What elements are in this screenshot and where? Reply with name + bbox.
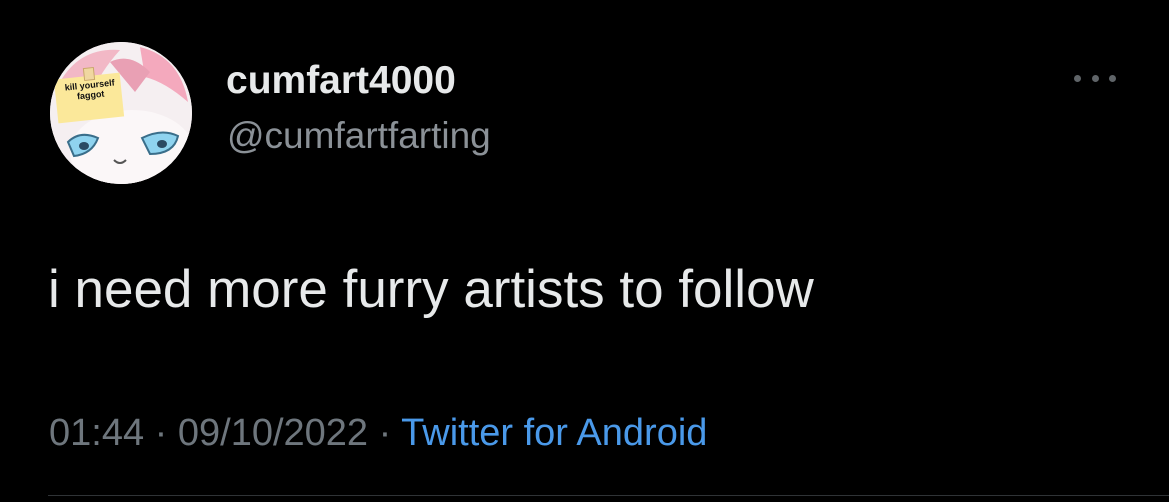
more-dot — [1091, 74, 1099, 82]
tweet-detail: kill yourself faggot cumfart4000 @cumfar… — [0, 0, 1169, 502]
tweet-source-link[interactable]: Twitter for Android — [401, 412, 707, 454]
tweet-time[interactable]: 01:44 — [49, 412, 144, 454]
more-dot — [1109, 74, 1116, 82]
avatar[interactable]: kill yourself faggot — [50, 42, 192, 184]
tweet-meta: 01:44 · 09/10/2022 · Twitter for Android — [49, 410, 707, 456]
meta-separator: · — [378, 412, 402, 454]
meta-separator: · — [154, 412, 178, 454]
more-horizontal-icon[interactable] — [1074, 66, 1116, 90]
author-handle[interactable]: @cumfartfarting — [227, 114, 491, 158]
tweet-date[interactable]: 09/10/2022 — [178, 412, 368, 454]
tweet-text: i need more furry artists to follow — [48, 260, 814, 319]
more-dot — [1074, 74, 1081, 82]
author-display-name[interactable]: cumfart4000 — [226, 58, 456, 104]
avatar-note-text: kill yourself faggot — [58, 75, 124, 121]
divider — [48, 495, 1169, 496]
